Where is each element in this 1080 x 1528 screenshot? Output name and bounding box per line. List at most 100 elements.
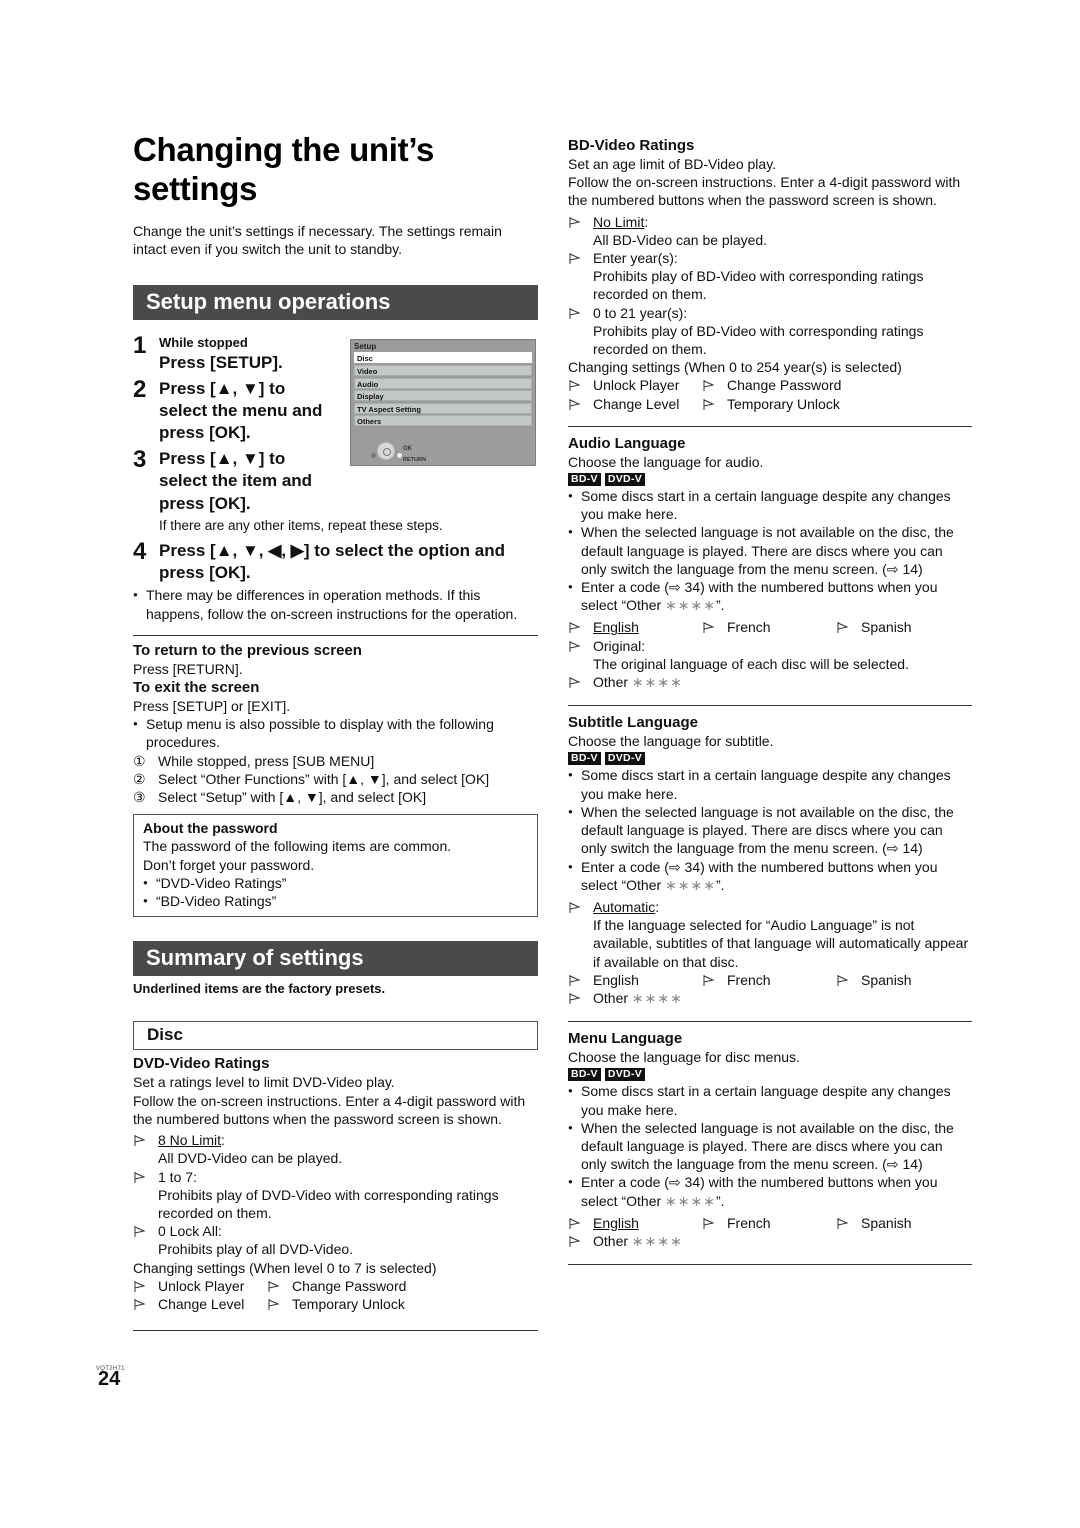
alt-step-text: While stopped, press [SUB MENU] [158, 752, 375, 769]
note-bullet: Some discs start in a certain language d… [568, 766, 972, 802]
option-label: English [593, 619, 639, 636]
dvd-ratings-heading: DVD-Video Ratings [133, 1055, 270, 1073]
password-box-heading: About the password [143, 820, 278, 837]
option-item: Temporary Unlock [267, 1295, 447, 1313]
dot-icon [397, 453, 402, 459]
bd-v-badge: BD-V [568, 752, 601, 766]
option-label: Change Password [292, 1277, 407, 1294]
flag-icon [836, 618, 861, 636]
flag-icon [568, 898, 593, 916]
option-desc: All BD-Video can be played. [593, 231, 768, 248]
flag-icon [133, 1131, 158, 1149]
asterisks: ∗∗∗∗ [665, 597, 716, 614]
flag-icon [836, 1214, 861, 1232]
audio-language-desc: Choose the language for audio. [568, 453, 764, 470]
password-item: “BD-Video Ratings” [143, 892, 528, 910]
disc-type-badges: BD-V DVD-V [568, 1068, 972, 1082]
option-label: Spanish [861, 619, 912, 636]
option-item: Spanish [836, 971, 970, 989]
option-item: Temporary Unlock [702, 395, 882, 413]
option-label: English [593, 1214, 639, 1231]
alt-note: Setup menu is also possible to display w… [133, 715, 538, 751]
osd-title: Setup [354, 342, 377, 352]
option-item: French [702, 1214, 836, 1232]
option-label: English [593, 971, 639, 988]
option-desc: Prohibits play of DVD-Video with corresp… [158, 1186, 499, 1221]
option-item: Other ∗∗∗∗ [568, 989, 972, 1007]
option-label: Spanish [861, 1214, 912, 1231]
right-column: BD-Video Ratings Set an age limit of BD-… [568, 136, 972, 1266]
note-bullet: When the selected language is not availa… [568, 1119, 972, 1174]
step-text: select the item and [159, 471, 313, 491]
option-label: French [727, 1214, 771, 1231]
option-item: English [568, 971, 702, 989]
asterisks: ∗∗∗∗ [665, 876, 716, 893]
option-label: 1 to 7: [158, 1168, 197, 1185]
alt-step: ① While stopped, press [SUB MENU] [133, 752, 538, 770]
option-label: 0 to 21 year(s): [593, 304, 688, 321]
option-item: 8 No Limit: [133, 1131, 538, 1149]
change-options: Unlock Player Change Password Change Lev… [568, 376, 972, 412]
step-number: 2 [133, 375, 147, 403]
option-label: Change Level [593, 395, 680, 412]
note-bullet: Some discs start in a certain language d… [568, 1082, 972, 1118]
flag-icon [568, 395, 593, 413]
language-options: English French Spanish [568, 1214, 972, 1232]
step-number: 3 [133, 446, 147, 474]
option-item: 0 to 21 year(s): [568, 304, 972, 322]
step-action: Press [SETUP]. [159, 353, 283, 373]
option-label: 0 Lock All: [158, 1223, 222, 1240]
flag-icon [568, 673, 593, 691]
option-item: Original: [568, 637, 972, 655]
flag-icon [568, 1214, 593, 1232]
option-item: Change Password [267, 1277, 447, 1295]
osd-item-others: Others [354, 415, 532, 427]
menu-language-desc: Choose the language for disc menus. [568, 1049, 800, 1066]
note-bullet: Enter a code (⇨ 34) with the numbered bu… [568, 1173, 972, 1209]
option-desc: If the language selected for “Audio Lang… [593, 917, 969, 970]
option-label: Change Level [158, 1295, 245, 1312]
step-text: select the menu and [159, 400, 323, 420]
divider [133, 634, 538, 636]
return-text: Press [RETURN]. [133, 660, 243, 677]
flag-icon [568, 376, 593, 394]
factory-presets-note: Underlined items are the factory presets… [133, 981, 386, 997]
subtitle-language-heading: Subtitle Language [568, 714, 699, 732]
step-4-note: There may be differences in operation me… [133, 586, 538, 622]
option-desc: All DVD-Video can be played. [158, 1150, 343, 1167]
option-label: Other [593, 674, 632, 691]
note-text: Enter a code (⇨ 34) with the numbered bu… [581, 1174, 938, 1209]
option-label: No Limit [593, 213, 645, 230]
asterisks: ∗∗∗∗ [631, 1232, 683, 1249]
option-item: No Limit: [568, 213, 972, 231]
bd-v-badge: BD-V [568, 473, 601, 487]
option-item: Automatic: [568, 898, 972, 916]
note-bullet: Enter a code (⇨ 34) with the numbered bu… [568, 578, 972, 614]
option-label: Other [593, 1232, 632, 1249]
option-label: French [727, 619, 771, 636]
osd-item-tv-aspect: TV Aspect Setting [354, 402, 532, 414]
note-bullet: Some discs start in a certain language d… [568, 487, 972, 523]
option-label: Unlock Player [158, 1277, 245, 1294]
flag-icon [568, 971, 593, 989]
page-number: 24 [98, 1368, 121, 1390]
language-options: English French Spanish [568, 618, 972, 636]
step-text: Press [▲, ▼] to [159, 378, 286, 398]
alt-step: ② Select “Other Functions” with [▲, ▼], a… [133, 770, 538, 788]
osd-item-audio: Audio [354, 377, 532, 389]
flag-icon [568, 618, 593, 636]
asterisks: ∗∗∗∗ [631, 674, 683, 691]
note-text: ”. [715, 597, 725, 614]
osd-item-disc: Disc [354, 352, 532, 364]
option-label: Temporary Unlock [727, 395, 840, 412]
title-line-2: settings [133, 170, 258, 207]
flag-icon [133, 1295, 158, 1313]
dvd-v-badge: DVD-V [604, 1068, 646, 1082]
flag-icon [836, 971, 861, 989]
flag-icon [133, 1277, 158, 1295]
step-text: press [OK]. [159, 493, 251, 513]
option-item: Enter year(s): [568, 249, 972, 267]
left-column: Changing the unit’s settings Change the … [133, 130, 538, 1332]
return-heading: To return to the previous screen [133, 641, 362, 659]
note-bullet: When the selected language is not availa… [568, 523, 972, 578]
